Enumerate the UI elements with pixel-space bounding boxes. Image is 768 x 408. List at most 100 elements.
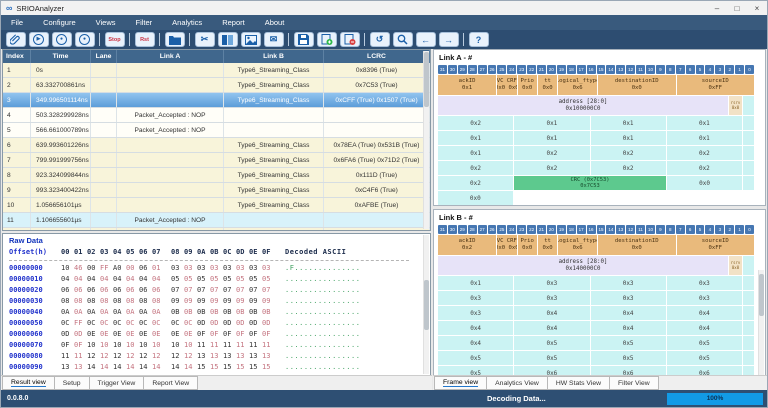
bit-cell: 2 [725,225,734,234]
menu-item-about[interactable]: About [265,18,285,27]
save-button[interactable] [294,32,314,47]
hex-offset: 00000070 [9,340,61,351]
cell-link-b: Type6_Streaming_Class [224,183,324,197]
menu-item-analytics[interactable]: Analytics [172,18,202,27]
hex-byte: 0C [113,318,126,329]
menu-item-filter[interactable]: Filter [136,18,153,27]
field-label: VC CRF [497,78,516,85]
menu-item-views[interactable]: Views [96,18,116,27]
stop-button[interactable]: Stop [105,32,125,47]
close-button[interactable]: × [747,2,767,15]
toolbar-separator [463,33,464,46]
result-row[interactable]: 121.183321501µsType6_Streaming_Class0xC1… [3,228,430,231]
refresh-button[interactable]: ↺ [370,32,390,47]
payload-row: 0x50x50x50x5 [438,351,761,365]
back-button[interactable]: ← [416,32,436,47]
results-table-scrollbar[interactable] [423,51,429,229]
tab-setup[interactable]: Setup [55,376,90,390]
payload-cell: 0x1 [591,116,666,130]
bit-cell: 19 [557,225,566,234]
result-row[interactable]: 8923.324099844nsType6_Streaming_Class0x1… [3,168,430,183]
result-row[interactable]: 10sType6_Streaming_Class0x8396 (True) [3,63,430,78]
raw-data-scrollbar[interactable] [423,235,429,374]
cut-button[interactable]: ✂ [195,32,215,47]
record-button[interactable]: ● [52,32,72,47]
mail-button[interactable]: ✉ [264,32,284,47]
scissors-icon: ✂ [201,34,209,45]
bit-cell: 13 [616,65,625,74]
export-add-button[interactable] [317,32,337,47]
tab-label: Result view [11,379,46,387]
hex-byte: 13 [74,362,87,373]
menu-item-file[interactable]: File [11,18,23,27]
result-row[interactable]: 101.056656101µsType6_Streaming_Class0xAF… [3,198,430,213]
cell-lane [91,168,117,182]
attach-button[interactable] [6,32,26,47]
column-header-lane[interactable]: Lane [91,50,117,63]
bit-cell: 1 [735,65,744,74]
field-label: tt [544,78,551,85]
magnifier-icon [397,34,408,45]
cell-lane [91,63,117,77]
column-header-link-a[interactable]: Link A [117,50,224,63]
tab-hw-stats-view[interactable]: HW Stats View [548,376,610,390]
result-row[interactable]: 3349.996501114nsType6_Streaming_Class0xC… [3,93,430,108]
menu-item-configure[interactable]: Configure [43,18,76,27]
cell-lane [91,228,117,231]
compare-view-button[interactable] [218,32,238,47]
snapshot-button[interactable] [241,32,261,47]
bit-cell: 29 [458,225,467,234]
link-b-scrollbar[interactable] [758,270,764,376]
hex-byte: 04 [152,274,165,285]
hex-byte: 0F [223,329,236,340]
bit-cell: 4 [705,225,714,234]
result-row[interactable]: 263.332700861nsType6_Streaming_Class0x7C… [3,78,430,93]
tab-result-view[interactable]: Result view [2,376,55,390]
help-button[interactable]: ? [469,32,489,47]
save-icon [298,34,309,45]
hex-byte: 0F [61,340,74,351]
result-row[interactable]: 4503.328299928nsPacket_Accepted : NOP [3,108,430,123]
tail-cell [743,96,754,115]
bit-cell: 13 [616,225,625,234]
cell-time: 63.332700861ns [31,78,91,92]
result-row[interactable]: 7799.991999756nsType6_Streaming_Class0x6… [3,153,430,168]
export-remove-button[interactable] [340,32,360,47]
result-row[interactable]: 6639.993601226nsType6_Streaming_Class0x7… [3,138,430,153]
tab-frame-view[interactable]: Frame view [434,376,487,390]
cell-index: 12 [3,228,31,231]
maximize-button[interactable]: □ [727,2,747,15]
minimize-button[interactable]: – [707,2,727,15]
cell-lane [91,78,117,92]
tab-filter-view[interactable]: Filter View [610,376,659,390]
tab-trigger-view[interactable]: Trigger View [90,376,145,390]
record-alt-button[interactable]: ● [75,32,95,47]
hex-byte: 0B [184,307,197,318]
zoom-button[interactable] [393,32,413,47]
hex-byte: 0F [249,329,262,340]
hex-byte: 14 [87,362,100,373]
image-icon [245,35,257,45]
tab-analytics-view[interactable]: Analytics View [487,376,548,390]
hex-byte: 15 [262,362,275,373]
open-folder-button[interactable] [165,32,185,47]
result-row[interactable]: 9993.323400422nsType6_Streaming_Class0xC… [3,183,430,198]
bit-cell: 20 [547,225,556,234]
reset-button[interactable]: Rst [135,32,155,47]
column-header-time[interactable]: Time [31,50,91,63]
menu-item-report[interactable]: Report [222,18,245,27]
result-row[interactable]: 5566.661000789nsPacket_Accepted : NOP [3,123,430,138]
raw-data-header: Offset(h)000102030405060708090A0B0C0D0E0… [9,247,430,258]
play-button[interactable]: ▶ [29,32,49,47]
result-row[interactable]: 111.106655601µsPacket_Accepted : NOP [3,213,430,228]
payload-cell: 0x3 [667,291,742,305]
column-header-link-b[interactable]: Link B [224,50,324,63]
tab-report-view[interactable]: Report View [144,376,198,390]
hex-byte: 0B [262,307,275,318]
column-header-lcrc[interactable]: LCRC [324,50,430,63]
hex-byte: 14 [171,362,184,373]
cell-time: 1.056656101µs [31,198,91,212]
forward-button[interactable]: → [439,32,459,47]
tail-cell [743,276,754,290]
column-header-index[interactable]: Index [3,50,31,63]
